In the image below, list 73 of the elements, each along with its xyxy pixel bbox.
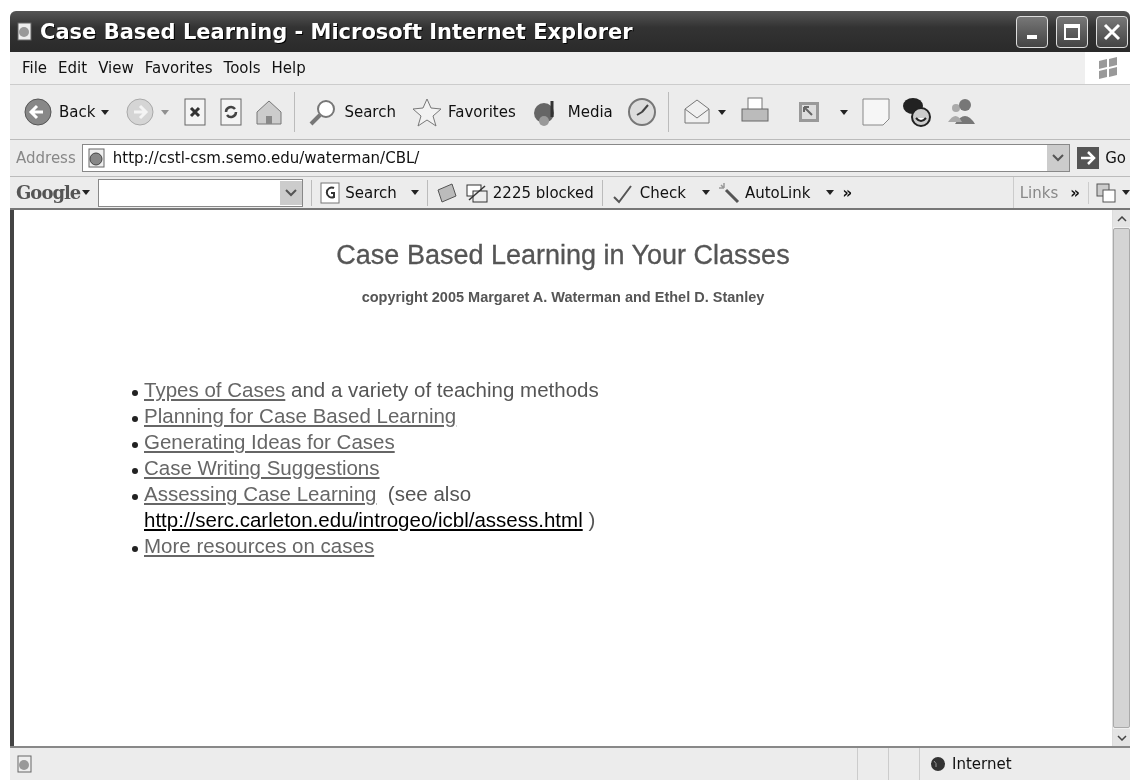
popup-blocked-icon	[465, 181, 488, 204]
search-button[interactable]: Search	[305, 94, 399, 130]
caret-icon[interactable]	[826, 190, 835, 195]
refresh-icon[interactable]	[218, 97, 245, 127]
page-icon	[16, 755, 34, 773]
favorites-button[interactable]: Favorites	[408, 94, 519, 130]
minimize-button[interactable]	[1016, 15, 1048, 48]
fullscreen-icon	[797, 101, 820, 123]
google-menu-button[interactable]: Google	[16, 182, 91, 203]
minimize-icon	[1027, 34, 1037, 39]
caret-icon[interactable]	[410, 190, 419, 195]
star-icon	[411, 97, 442, 127]
caret-icon[interactable]	[701, 190, 710, 195]
link[interactable]: Generating Ideas for Cases	[144, 429, 395, 455]
address-field[interactable]: http://cstl-csm.semo.edu/waterman/CBL/	[81, 144, 1071, 172]
more-button[interactable]: »	[842, 183, 853, 202]
close-button[interactable]	[1096, 15, 1128, 48]
window-title: Case Based Learning - Microsoft Internet Explorer	[40, 19, 634, 44]
google-search-button[interactable]: Search	[320, 181, 419, 204]
bullet-icon	[132, 546, 138, 552]
address-label: Address	[16, 149, 76, 167]
link[interactable]: http://serc.carleton.edu/introgeo/icbl/assess.html	[144, 507, 583, 533]
translate-button[interactable]	[1088, 181, 1130, 204]
magic-wand-icon	[717, 181, 740, 204]
maximize-button[interactable]	[1056, 15, 1088, 48]
menu-item[interactable]: Edit	[58, 55, 99, 81]
list-text: )	[587, 507, 596, 533]
bullet-icon	[132, 494, 138, 500]
menu-item[interactable]: Tools	[223, 55, 272, 81]
copyright-text: copyright 2005 Margaret A. Waterman and Ethel D. Stanley	[360, 289, 766, 305]
globe-icon	[930, 756, 946, 772]
popup-blocker-button[interactable]: 2225 blocked	[465, 181, 594, 204]
maximize-icon	[1063, 22, 1081, 41]
translate-icon	[1095, 181, 1117, 204]
list-text: and a variety of teaching methods	[290, 377, 599, 403]
caret-icon[interactable]	[839, 109, 848, 115]
scrollbar[interactable]	[1112, 210, 1130, 746]
more-button[interactable]: »	[1070, 183, 1080, 202]
link[interactable]: Planning for Case Based Learning	[144, 403, 457, 429]
go-button[interactable]: Go	[1076, 146, 1126, 170]
caret-icon[interactable]	[717, 109, 726, 115]
history-icon[interactable]	[625, 96, 658, 128]
menu-item[interactable]: Favorites	[144, 55, 224, 81]
bullet-icon	[132, 390, 138, 396]
envelope-icon	[681, 97, 712, 127]
bullet-icon	[132, 468, 138, 474]
caret-icon[interactable]	[82, 190, 91, 195]
scroll-up-icon[interactable]	[1116, 215, 1127, 222]
menu-item[interactable]: Help	[271, 55, 317, 81]
caret-icon[interactable]	[101, 109, 110, 115]
link[interactable]: More resources on cases	[144, 533, 375, 559]
back-button[interactable]: Back	[20, 94, 113, 130]
page-icon	[85, 147, 108, 169]
stop-icon[interactable]	[182, 97, 209, 127]
bullet-icon	[132, 416, 138, 422]
link[interactable]: Assessing Case Learning	[144, 481, 377, 507]
bullet-icon	[132, 442, 138, 448]
spell-check-button[interactable]: Check	[610, 181, 710, 204]
menu-item[interactable]: File	[22, 55, 59, 81]
close-icon	[1103, 22, 1121, 41]
caret-icon[interactable]	[1122, 190, 1130, 195]
google-search-field[interactable]	[98, 178, 304, 207]
list-text: (see also	[386, 481, 472, 507]
security-zone-text: Internet	[952, 755, 1012, 773]
menu-item[interactable]: View	[98, 55, 145, 81]
page-heading: Case Based Learning in Your Classes	[335, 240, 791, 271]
google-g-icon	[320, 181, 341, 204]
page-icon	[16, 21, 34, 42]
scroll-down-icon[interactable]	[1116, 734, 1127, 741]
link[interactable]: Types of Cases	[144, 377, 286, 403]
autolink-button[interactable]: AutoLink	[717, 181, 835, 204]
link[interactable]: Case Writing Suggestions	[144, 455, 380, 481]
media-button[interactable]: Media	[528, 94, 616, 130]
